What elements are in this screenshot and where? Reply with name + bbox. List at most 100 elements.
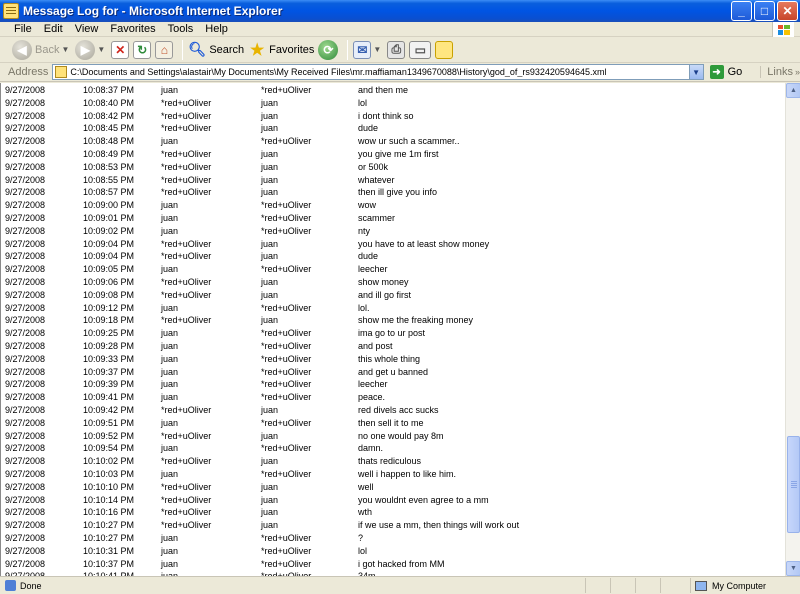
- log-sender: *red+uOliver: [161, 123, 212, 134]
- log-row: 9/27/2008 10:08:53 PM *red+uOliver juan or 5…: [1, 161, 785, 174]
- address-field[interactable]: ▼: [52, 64, 704, 80]
- log-recipient: *red+uOliver: [261, 533, 312, 543]
- back-button[interactable]: ◀ Back ▼: [12, 39, 71, 61]
- log-message: and ill go first: [358, 289, 412, 300]
- home-icon: ⌂: [155, 40, 174, 59]
- menu-help[interactable]: Help: [199, 23, 234, 35]
- log-message: lol.: [358, 302, 370, 313]
- go-button[interactable]: ➜ Go: [709, 65, 742, 79]
- log-time: 10:10:10 PM: [83, 481, 135, 492]
- log-time: 10:08:49 PM: [83, 149, 135, 159]
- log-sender: *red+uOliver: [161, 520, 212, 531]
- chevron-down-icon[interactable]: ▼: [688, 65, 703, 79]
- stop-icon: ✕: [111, 40, 130, 59]
- log-time: 10:10:03 PM: [83, 469, 135, 479]
- log-row: 9/27/2008 10:10:02 PM *red+uOliver juan that…: [1, 455, 785, 468]
- log-recipient: *red+uOliver: [261, 213, 312, 223]
- log-row: 9/27/2008 10:10:14 PM *red+uOliver juan you …: [1, 494, 785, 507]
- forward-button[interactable]: ▶ ▼: [75, 39, 107, 61]
- log-time: 10:08:42 PM: [83, 110, 135, 121]
- document-icon: [55, 66, 68, 78]
- log-row: 9/27/2008 10:09:28 PM juan *red+uOliver and …: [1, 340, 785, 353]
- discuss-button[interactable]: [435, 39, 454, 61]
- scroll-thumb[interactable]: [787, 436, 800, 533]
- chevron-down-icon[interactable]: ▼: [373, 45, 381, 54]
- menu-file[interactable]: File: [8, 23, 38, 35]
- log-row: 9/27/2008 10:10:03 PM juan *red+uOliver well…: [1, 468, 785, 481]
- log-message: whatever: [358, 174, 395, 185]
- log-recipient: juan: [261, 315, 279, 326]
- maximize-button[interactable]: □: [754, 1, 775, 21]
- log-date: 9/27/2008: [5, 161, 46, 172]
- toolbar-separator: [347, 39, 349, 60]
- log-date: 9/27/2008: [5, 456, 46, 467]
- log-message: damn.: [358, 443, 384, 454]
- minimize-button[interactable]: _: [731, 1, 752, 21]
- log-time: 10:10:14 PM: [83, 494, 135, 505]
- media-icon: ⟳: [318, 39, 339, 60]
- close-button[interactable]: ✕: [777, 1, 798, 21]
- log-row: 9/27/2008 10:09:12 PM juan *red+uOliver lol.: [1, 302, 785, 315]
- log-row: 9/27/2008 10:08:48 PM juan *red+uOliver wow …: [1, 135, 785, 148]
- log-message: peace.: [358, 392, 386, 403]
- menu-edit[interactable]: Edit: [38, 23, 69, 35]
- log-recipient: juan: [261, 174, 279, 185]
- edit-button[interactable]: ▭: [409, 39, 432, 61]
- log-sender: juan: [161, 264, 179, 275]
- log-date: 9/27/2008: [5, 366, 46, 377]
- log-message: this whole thing: [358, 353, 421, 364]
- log-date: 9/27/2008: [5, 558, 46, 569]
- document-icon: [3, 3, 19, 19]
- chevron-down-icon[interactable]: ▼: [97, 45, 105, 54]
- log-time: 10:09:06 PM: [83, 277, 135, 287]
- log-time: 10:09:39 PM: [83, 379, 135, 390]
- log-sender: juan: [161, 443, 179, 454]
- log-sender: juan: [161, 85, 179, 95]
- log-sender: *red+uOliver: [161, 507, 212, 518]
- menu-view[interactable]: View: [69, 23, 105, 35]
- log-message: then sell it to me: [358, 417, 424, 428]
- log-message: you wouldnt even agree to a mm: [358, 494, 489, 505]
- log-row: 9/27/2008 10:10:37 PM juan *red+uOliver i go…: [1, 558, 785, 571]
- home-button[interactable]: ⌂: [155, 39, 174, 61]
- scroll-down-button[interactable]: ▼: [786, 561, 800, 576]
- scroll-up-button[interactable]: ▲: [786, 83, 800, 98]
- address-input[interactable]: [70, 65, 703, 79]
- chevron-down-icon[interactable]: ▼: [61, 45, 69, 54]
- favorites-button[interactable]: ★ Favorites: [248, 39, 314, 61]
- links-button[interactable]: Links»: [760, 66, 800, 78]
- log-date: 9/27/2008: [5, 187, 46, 198]
- log-sender: *red+uOliver: [161, 187, 212, 198]
- log-message: you give me 1m first: [358, 149, 439, 159]
- stop-button[interactable]: ✕: [111, 39, 130, 61]
- log-row: 9/27/2008 10:08:45 PM *red+uOliver juan dude: [1, 122, 785, 135]
- log-time: 10:09:00 PM: [83, 200, 135, 211]
- media-button[interactable]: ⟳: [318, 39, 339, 61]
- log-message: lol: [358, 545, 368, 556]
- refresh-button[interactable]: ↻: [133, 39, 152, 61]
- menu-tools[interactable]: Tools: [162, 23, 200, 35]
- log-message: show me the freaking money: [358, 315, 474, 326]
- log-row: 9/27/2008 10:09:08 PM *red+uOliver juan and …: [1, 289, 785, 302]
- log-recipient: juan: [261, 481, 279, 492]
- log-sender: *red+uOliver: [161, 315, 212, 326]
- log-date: 9/27/2008: [5, 85, 46, 95]
- edit-icon: ▭: [409, 40, 432, 59]
- vertical-scrollbar[interactable]: ▲ ▼: [785, 83, 800, 576]
- log-recipient: juan: [261, 110, 279, 121]
- log-time: 10:10:31 PM: [83, 545, 135, 556]
- print-button[interactable]: ⎙: [387, 39, 406, 61]
- search-button[interactable]: 🔍︎ Search: [188, 39, 244, 61]
- log-row: 9/27/2008 10:09:39 PM juan *red+uOliver leec…: [1, 378, 785, 391]
- log-row: 9/27/2008 10:08:37 PM juan *red+uOliver and …: [1, 84, 785, 97]
- log-sender: juan: [161, 200, 179, 211]
- log-sender: *red+uOliver: [161, 277, 212, 287]
- log-date: 9/27/2008: [5, 200, 46, 211]
- log-sender: juan: [161, 366, 179, 377]
- menu-favorites[interactable]: Favorites: [104, 23, 161, 35]
- address-label: Address: [8, 66, 49, 78]
- log-time: 10:09:54 PM: [83, 443, 135, 454]
- log-sender: *red+uOliver: [161, 289, 212, 300]
- log-date: 9/27/2008: [5, 353, 46, 364]
- mail-button[interactable]: ✉ ▼: [353, 39, 383, 61]
